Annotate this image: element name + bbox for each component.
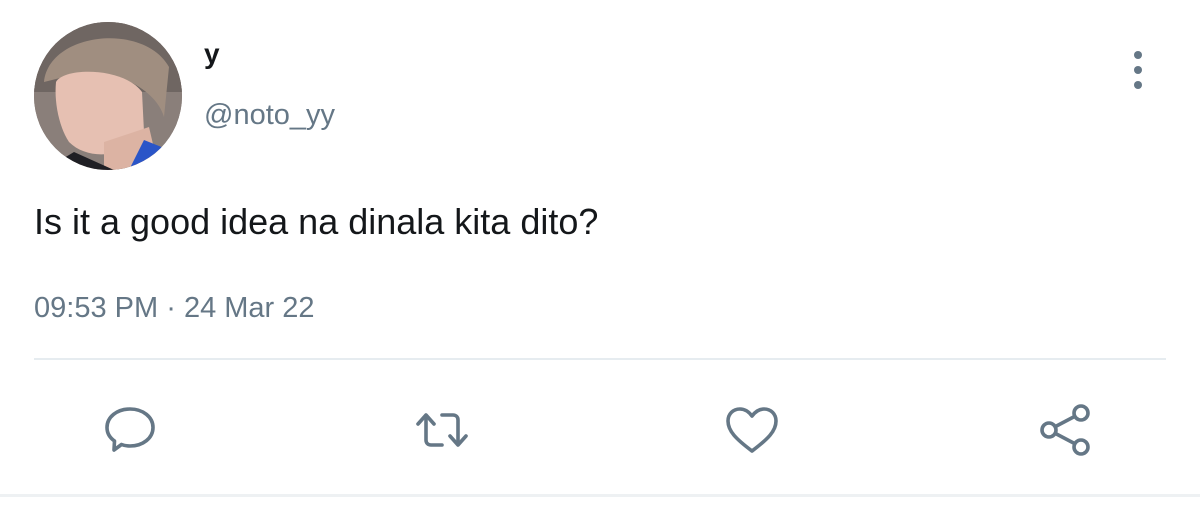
- tweet-text: Is it a good idea na dinala kita dito?: [34, 201, 599, 242]
- like-button[interactable]: [722, 400, 782, 460]
- comment-icon: [105, 407, 155, 452]
- more-dot: [1134, 81, 1142, 89]
- display-name[interactable]: y: [204, 40, 220, 68]
- more-dot: [1134, 66, 1142, 74]
- share-button[interactable]: [1036, 400, 1096, 460]
- tweet-time: 09:53 PM: [34, 292, 159, 324]
- more-dot: [1134, 51, 1142, 59]
- reply-button[interactable]: [100, 400, 160, 460]
- avatar[interactable]: [34, 22, 182, 170]
- retweet-icon: [416, 413, 468, 447]
- share-icon: [1040, 404, 1090, 456]
- bottom-divider: [0, 494, 1200, 497]
- tweet-date: 24 Mar 22: [183, 292, 315, 324]
- divider: [34, 358, 1166, 360]
- meta-separator: ·: [166, 292, 176, 324]
- user-handle[interactable]: @noto_yy: [204, 101, 335, 130]
- retweet-button[interactable]: [412, 400, 472, 460]
- heart-icon: [726, 407, 778, 453]
- tweet-timestamp: 09:53 PM · 24 Mar 22: [34, 291, 315, 326]
- more-vertical-icon[interactable]: [1118, 48, 1158, 92]
